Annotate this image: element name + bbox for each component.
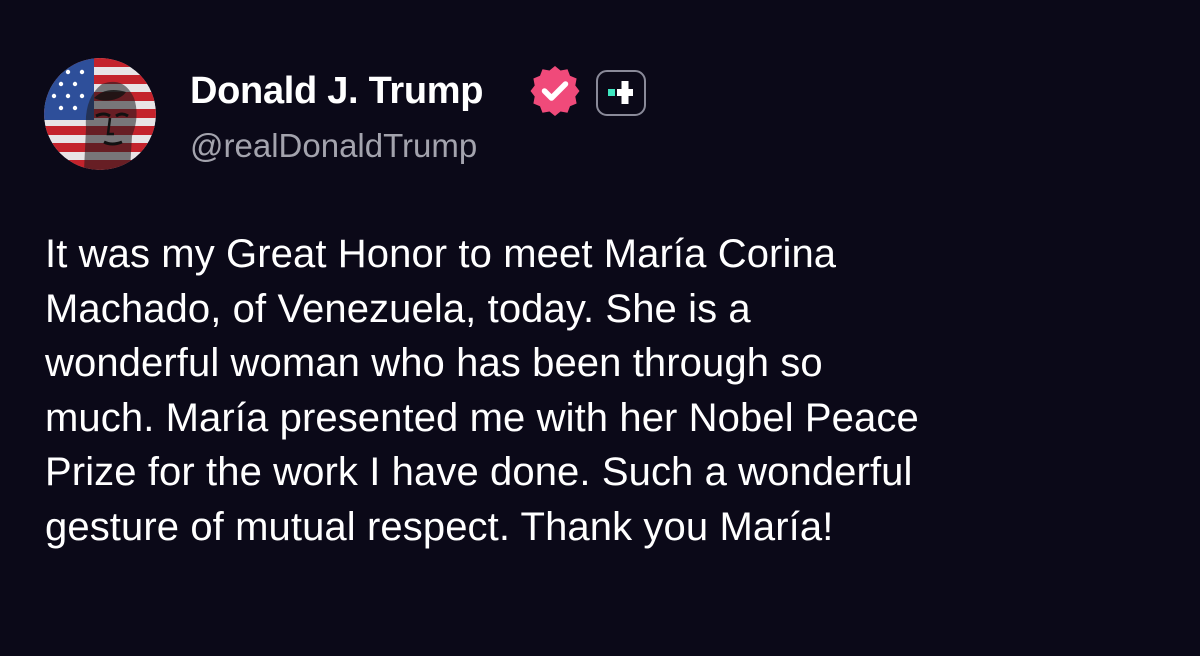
author-handle[interactable]: @realDonaldTrump xyxy=(190,126,477,166)
post-line: much. María presented me with her Nobel … xyxy=(45,395,919,440)
post-line: Machado, of Venezuela, today. She is a xyxy=(45,286,751,331)
post-card: Donald J. Trump @realDonaldTrump It was … xyxy=(0,0,1200,656)
avatar[interactable] xyxy=(44,58,156,170)
post-line: Prize for the work I have done. Such a w… xyxy=(45,450,913,494)
post-body: It was my Great Honor to meet María Cori… xyxy=(45,227,1165,554)
post-line: It was my Great Honor to meet María Cori… xyxy=(45,232,837,276)
post-line: wonderful woman who has been through so xyxy=(45,341,823,385)
american-flag-portrait-icon xyxy=(44,58,156,170)
plus-badge-button[interactable] xyxy=(596,70,646,116)
plus-badge-icon xyxy=(608,81,633,104)
verified-check-badge-icon xyxy=(530,66,580,116)
post-line: gesture of mutual respect. Thank you Mar… xyxy=(45,504,834,549)
author-display-name[interactable]: Donald J. Trump xyxy=(190,68,484,114)
